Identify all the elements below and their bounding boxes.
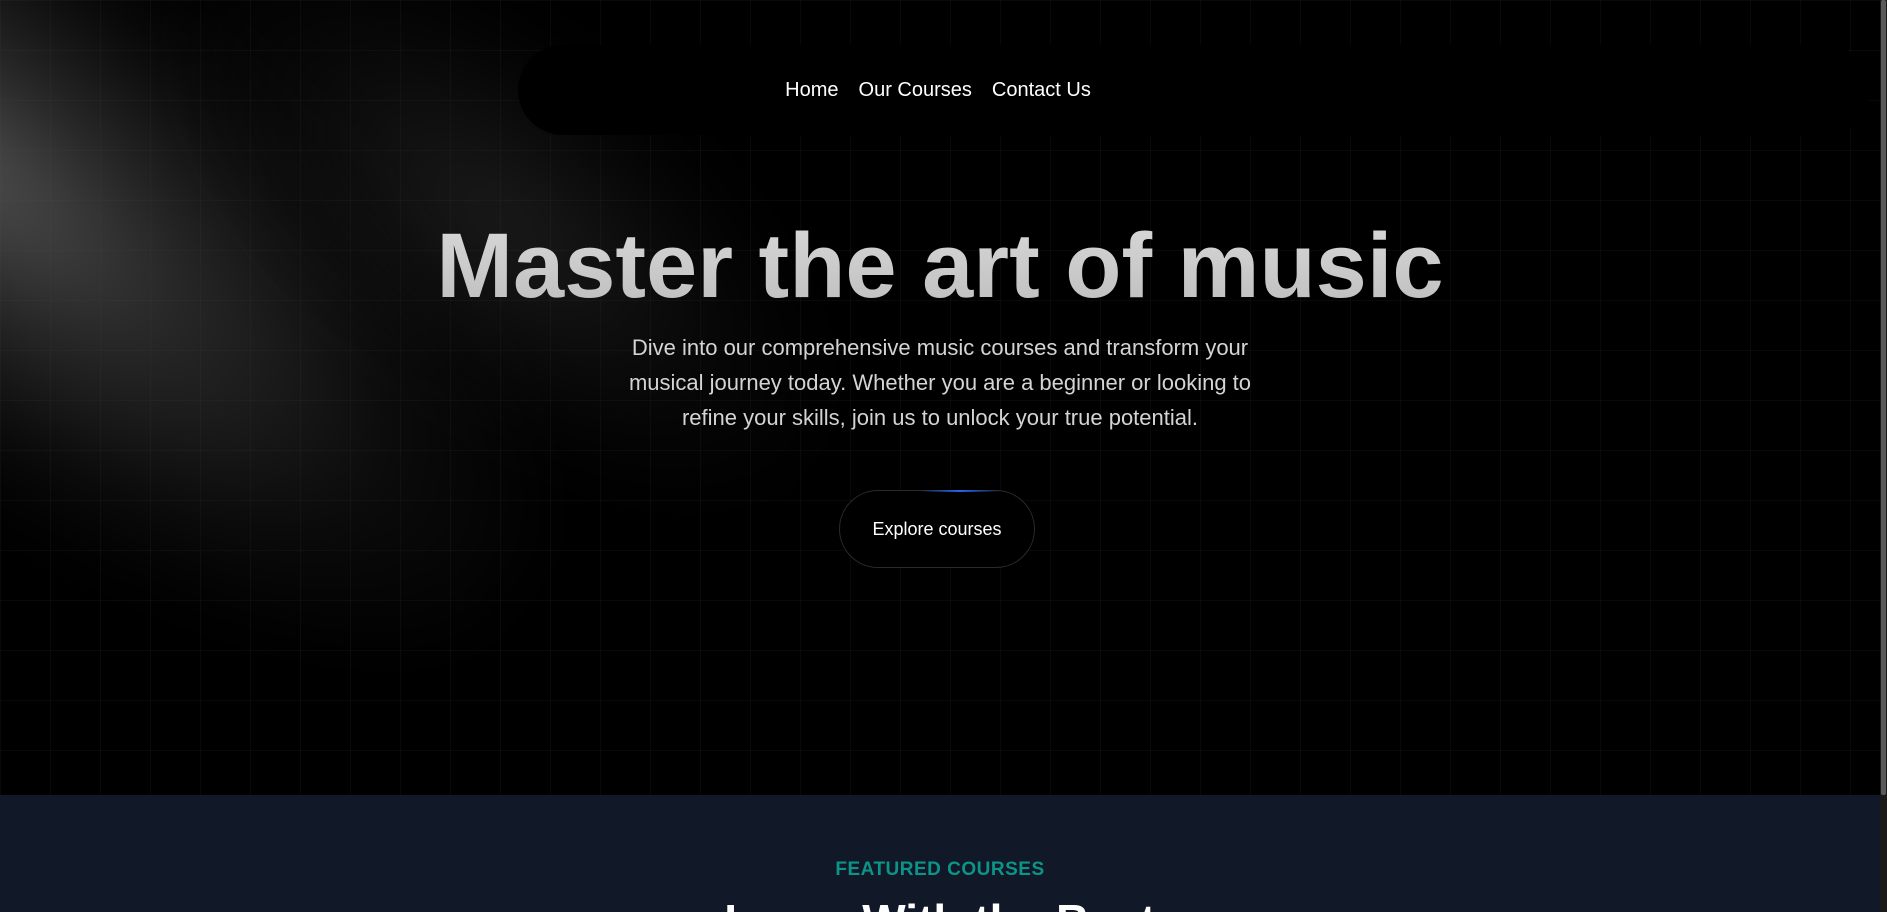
featured-eyebrow: FEATURED COURSES [835,859,1045,880]
nav-link-contact-us[interactable]: Contact Us [992,79,1091,102]
top-navbar: Home Our Courses Contact Us [518,45,1870,135]
hero-description: Dive into our comprehensive music course… [628,335,1252,430]
page-scrollbar[interactable] [1880,0,1887,912]
featured-courses-section: FEATURED COURSES Learn With the Best [0,795,1880,912]
nav-link-home[interactable]: Home [785,79,838,102]
explore-courses-button[interactable]: Explore courses [839,490,1035,568]
scrollbar-thumb[interactable] [1881,0,1886,795]
nav-links: Home Our Courses Contact Us [518,45,1358,135]
nav-link-our-courses[interactable]: Our Courses [859,79,972,102]
featured-title: Learn With the Best [0,893,1880,912]
explore-courses-label: Explore courses [872,518,1002,539]
button-glow-accent [920,490,1000,492]
hero-title: Master the art of music [0,216,1880,316]
hero-section: Home Our Courses Contact Us Master the a… [0,0,1880,795]
